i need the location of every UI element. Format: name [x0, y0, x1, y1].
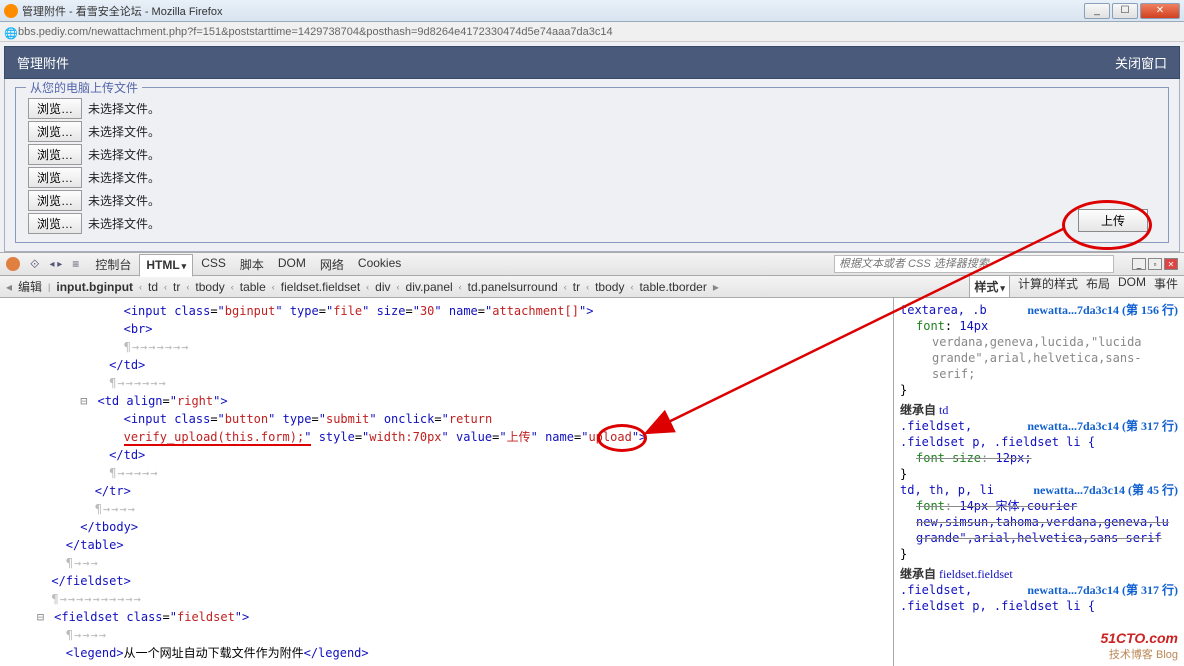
side-tab[interactable]: 样式: [969, 276, 1010, 298]
browse-button[interactable]: 浏览…: [28, 98, 82, 119]
edit-button[interactable]: 编辑: [14, 276, 46, 297]
browse-button[interactable]: 浏览…: [28, 144, 82, 165]
firebug-icon[interactable]: [6, 257, 20, 271]
fieldset-legend: 从您的电脑上传文件: [26, 79, 142, 96]
breadcrumb-item[interactable]: div: [371, 278, 394, 296]
breadcrumb-item[interactable]: tbody: [591, 278, 628, 296]
file-row: 浏览… 未选择文件。: [28, 213, 1156, 234]
browse-button[interactable]: 浏览…: [28, 167, 82, 188]
file-row: 浏览… 未选择文件。: [28, 167, 1156, 188]
firebug-tab[interactable]: Cookies: [352, 253, 407, 276]
browse-button[interactable]: 浏览…: [28, 213, 82, 234]
breadcrumb-item[interactable]: tbody: [191, 278, 228, 296]
firefox-icon: [4, 4, 18, 18]
window-title: 管理附件 - 看雪安全论坛 - Mozilla Firefox: [22, 3, 222, 19]
breadcrumb-prev-icon[interactable]: ◂: [6, 280, 12, 294]
file-status: 未选择文件。: [88, 123, 160, 140]
firebug-tab[interactable]: 网络: [314, 253, 350, 276]
watermark: 51CTO.com 技术博客 Blog: [1100, 630, 1178, 662]
firebug-search-input[interactable]: [834, 255, 1114, 273]
url-text: bbs.pediy.com/newattachment.php?f=151&po…: [18, 26, 613, 38]
firebug-caret-icon[interactable]: ◂ ▸: [49, 259, 62, 270]
firebug-minimize-icon[interactable]: _: [1132, 258, 1146, 270]
close-window-link[interactable]: 关闭窗口: [1115, 53, 1167, 72]
breadcrumb-item[interactable]: table: [236, 278, 270, 296]
breadcrumb-item[interactable]: tr: [169, 278, 184, 296]
minimize-button[interactable]: _: [1084, 3, 1110, 19]
css-panel[interactable]: textarea, .bnewatta...7da3c14 (第 156 行) …: [894, 298, 1184, 666]
upload-fieldset: 从您的电脑上传文件 浏览…未选择文件。浏览…未选择文件。浏览…未选择文件。浏览……: [15, 87, 1169, 243]
breadcrumb-next-icon[interactable]: ▸: [713, 280, 719, 294]
panel-head: 管理附件 关闭窗口: [4, 46, 1180, 79]
breadcrumb-item[interactable]: td.panelsurround: [464, 278, 562, 296]
firebug-tab[interactable]: CSS: [195, 253, 232, 276]
firebug-toolbar: ⟐ ◂ ▸ ≡ 控制台HTMLCSS脚本DOM网络Cookies _ ▫ ✕: [0, 252, 1184, 276]
firebug-menu-icon[interactable]: ≡: [72, 257, 79, 271]
breadcrumb-item[interactable]: table.tborder: [635, 278, 710, 296]
firebug-tab[interactable]: 控制台: [89, 253, 137, 276]
file-row: 浏览… 未选择文件。: [28, 121, 1156, 142]
firebug-tab[interactable]: DOM: [272, 253, 312, 276]
side-tab[interactable]: DOM: [1118, 276, 1146, 298]
breadcrumb-item[interactable]: div.panel: [402, 278, 457, 296]
browse-button[interactable]: 浏览…: [28, 190, 82, 211]
firebug-body: <input class="bginput" type="file" size=…: [0, 298, 1184, 666]
breadcrumb-item[interactable]: td: [144, 278, 162, 296]
file-status: 未选择文件。: [88, 215, 160, 232]
firebug-tab[interactable]: HTML: [139, 254, 193, 277]
firefox-titlebar: 管理附件 - 看雪安全论坛 - Mozilla Firefox _ ☐ ✕: [0, 0, 1184, 22]
firebug-inspect-icon[interactable]: ⟐: [30, 257, 39, 272]
page-content: 管理附件 关闭窗口 从您的电脑上传文件 浏览…未选择文件。浏览…未选择文件。浏览…: [0, 42, 1184, 252]
file-row: 浏览… 未选择文件。: [28, 98, 1156, 119]
globe-icon: 🌐: [4, 27, 14, 37]
firebug-breadcrumb: ◂ 编辑 | input.bginput‹td‹tr‹tbody‹table‹f…: [0, 276, 1184, 298]
url-bar[interactable]: 🌐 bbs.pediy.com/newattachment.php?f=151&…: [0, 22, 1184, 42]
side-tab[interactable]: 事件: [1154, 276, 1178, 298]
maximize-button[interactable]: ☐: [1112, 3, 1138, 19]
panel-body: 从您的电脑上传文件 浏览…未选择文件。浏览…未选择文件。浏览…未选择文件。浏览……: [4, 79, 1180, 252]
close-button[interactable]: ✕: [1140, 3, 1180, 19]
firebug-close-icon[interactable]: ✕: [1164, 258, 1178, 270]
html-panel[interactable]: <input class="bginput" type="file" size=…: [0, 298, 894, 666]
firebug-detach-icon[interactable]: ▫: [1148, 258, 1162, 270]
panel-title: 管理附件: [17, 53, 69, 72]
file-row: 浏览… 未选择文件。: [28, 144, 1156, 165]
breadcrumb-item[interactable]: tr: [569, 278, 584, 296]
browse-button[interactable]: 浏览…: [28, 121, 82, 142]
file-status: 未选择文件。: [88, 169, 160, 186]
upload-submit-button[interactable]: 上传: [1078, 209, 1148, 232]
file-status: 未选择文件。: [88, 192, 160, 209]
firebug-tab[interactable]: 脚本: [234, 253, 270, 276]
file-status: 未选择文件。: [88, 146, 160, 163]
side-tab[interactable]: 布局: [1086, 276, 1110, 298]
side-tab[interactable]: 计算的样式: [1018, 276, 1078, 298]
breadcrumb-item[interactable]: input.bginput: [52, 278, 137, 296]
file-status: 未选择文件。: [88, 100, 160, 117]
file-row: 浏览… 未选择文件。: [28, 190, 1156, 211]
breadcrumb-item[interactable]: fieldset.fieldset: [277, 278, 364, 296]
